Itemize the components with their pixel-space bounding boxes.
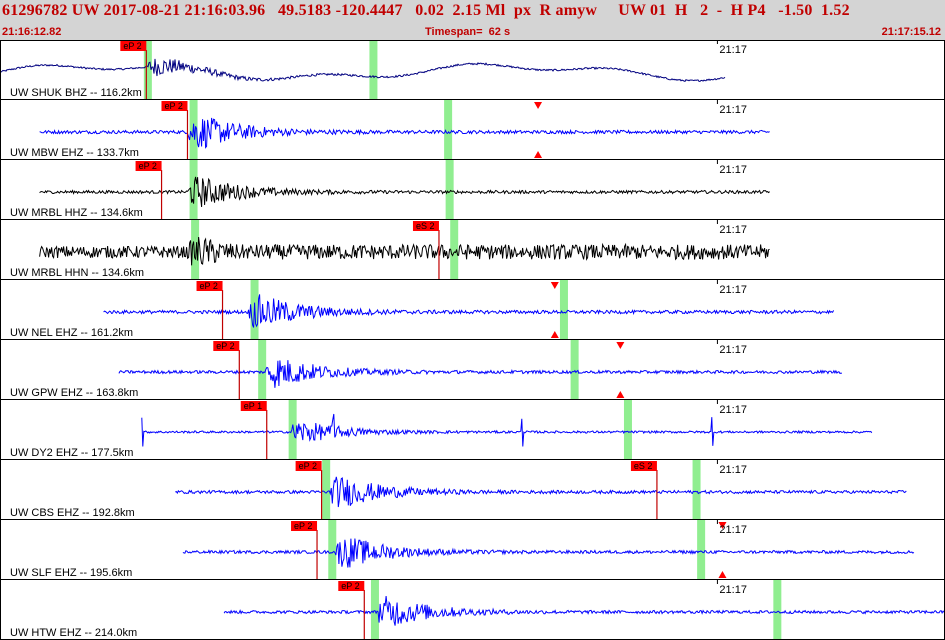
window-band bbox=[370, 580, 379, 640]
station-label: UW SHUK BHZ -- 116.2km bbox=[10, 87, 142, 99]
arrival-marker bbox=[550, 331, 559, 338]
phase-pick-label: eP 2 bbox=[139, 161, 157, 171]
arrival-marker bbox=[616, 342, 625, 349]
station-label: UW CBS EHZ -- 192.8km bbox=[10, 507, 135, 519]
arrival-marker bbox=[550, 282, 559, 289]
window-band bbox=[322, 460, 331, 520]
trace-panel: eP 2 21:17 UW HTW EHZ -- 214.0km bbox=[0, 580, 945, 640]
trace-panel: eS 2 21:17 UW MRBL HHN -- 134.6km bbox=[0, 220, 945, 280]
end-time-label: 21:17:15.12 bbox=[881, 26, 941, 38]
minute-label: 21:17 bbox=[719, 104, 747, 116]
arrival-marker bbox=[534, 102, 543, 109]
waveform-trace bbox=[175, 476, 907, 508]
waveform-trace bbox=[39, 236, 770, 266]
trace-panel: eP 2 21:17 UW MBW EHZ -- 133.7km bbox=[0, 100, 945, 160]
station-label: UW DY2 EHZ -- 177.5km bbox=[10, 447, 133, 459]
waveform-trace bbox=[118, 360, 842, 388]
trace-panel: eP 2 21:17 UW SLF EHZ -- 195.6km bbox=[0, 520, 945, 580]
event-summary-title: 61296782 UW 2017-08-21 21:16:03.96 49.51… bbox=[2, 2, 850, 19]
trace-panel: eP 2 eS 2 21:17 UW CBS EHZ -- 192.8km bbox=[0, 460, 945, 520]
event-header: 61296782 UW 2017-08-21 21:16:03.96 49.51… bbox=[0, 0, 945, 40]
station-label: UW NEL EHZ -- 161.2km bbox=[10, 327, 133, 339]
phase-pick-label: eP 2 bbox=[216, 341, 234, 351]
minute-label: 21:17 bbox=[719, 44, 747, 56]
minute-label: 21:17 bbox=[719, 344, 747, 356]
window-band bbox=[623, 400, 632, 460]
waveform-trace bbox=[0, 58, 726, 83]
window-band bbox=[773, 580, 782, 640]
timespan-label: Timespan= 62 s bbox=[425, 26, 511, 38]
window-band bbox=[328, 520, 337, 580]
trace-panel: eP 2 21:17 UW SHUK BHZ -- 116.2km bbox=[0, 40, 945, 100]
waveform-trace bbox=[223, 595, 945, 626]
window-band bbox=[697, 520, 706, 580]
minute-label: 21:17 bbox=[719, 164, 747, 176]
phase-pick-label: eP 2 bbox=[123, 41, 141, 51]
minute-label: 21:17 bbox=[719, 584, 747, 596]
arrival-marker bbox=[534, 151, 543, 158]
waveform-trace bbox=[39, 117, 770, 149]
arrival-marker bbox=[718, 571, 727, 578]
station-label: UW HTW EHZ -- 214.0km bbox=[10, 627, 137, 639]
station-label: UW MBW EHZ -- 133.7km bbox=[10, 147, 139, 159]
start-time-label: 21:16:12.82 bbox=[2, 26, 62, 38]
arrival-marker bbox=[616, 391, 625, 398]
phase-pick-label: eP 2 bbox=[299, 461, 317, 471]
phase-pick-label: eS 2 bbox=[416, 221, 435, 231]
window-band bbox=[570, 340, 579, 400]
waveform-trace bbox=[103, 294, 835, 328]
phase-pick-label: eP 1 bbox=[244, 401, 262, 411]
waveform-trace bbox=[39, 176, 770, 208]
window-band bbox=[369, 40, 378, 100]
window-band bbox=[559, 280, 568, 340]
minute-label: 21:17 bbox=[719, 404, 747, 416]
window-band bbox=[692, 460, 701, 520]
trace-panel: eP 1 21:17 UW DY2 EHZ -- 177.5km bbox=[0, 400, 945, 460]
minute-label: 21:17 bbox=[719, 524, 747, 536]
window-band bbox=[445, 160, 454, 220]
phase-pick-label: eP 2 bbox=[294, 521, 312, 531]
waveform-trace bbox=[141, 413, 873, 447]
waveform-trace bbox=[182, 538, 915, 568]
station-label: UW MRBL HHN -- 134.6km bbox=[10, 267, 144, 279]
trace-panel: eP 2 21:17 UW MRBL HHZ -- 134.6km bbox=[0, 160, 945, 220]
phase-pick-label: eP 2 bbox=[341, 581, 359, 591]
window-band bbox=[288, 400, 297, 460]
station-label: UW SLF EHZ -- 195.6km bbox=[10, 567, 132, 579]
trace-panel: eP 2 21:17 UW GPW EHZ -- 163.8km bbox=[0, 340, 945, 400]
phase-pick-label: eP 2 bbox=[164, 101, 182, 111]
phase-pick-label: eS 2 bbox=[634, 461, 653, 471]
minute-label: 21:17 bbox=[719, 464, 747, 476]
trace-panel: eP 2 21:17 UW NEL EHZ -- 161.2km bbox=[0, 280, 945, 340]
window-band bbox=[258, 340, 267, 400]
phase-pick-label: eP 2 bbox=[200, 281, 218, 291]
seismogram-plot: eP 2 21:17 UW SHUK BHZ -- 116.2km eP 2 21:17… bbox=[0, 40, 945, 640]
minute-label: 21:17 bbox=[719, 284, 747, 296]
station-label: UW GPW EHZ -- 163.8km bbox=[10, 387, 138, 399]
minute-label: 21:17 bbox=[719, 224, 747, 236]
station-label: UW MRBL HHZ -- 134.6km bbox=[10, 207, 143, 219]
